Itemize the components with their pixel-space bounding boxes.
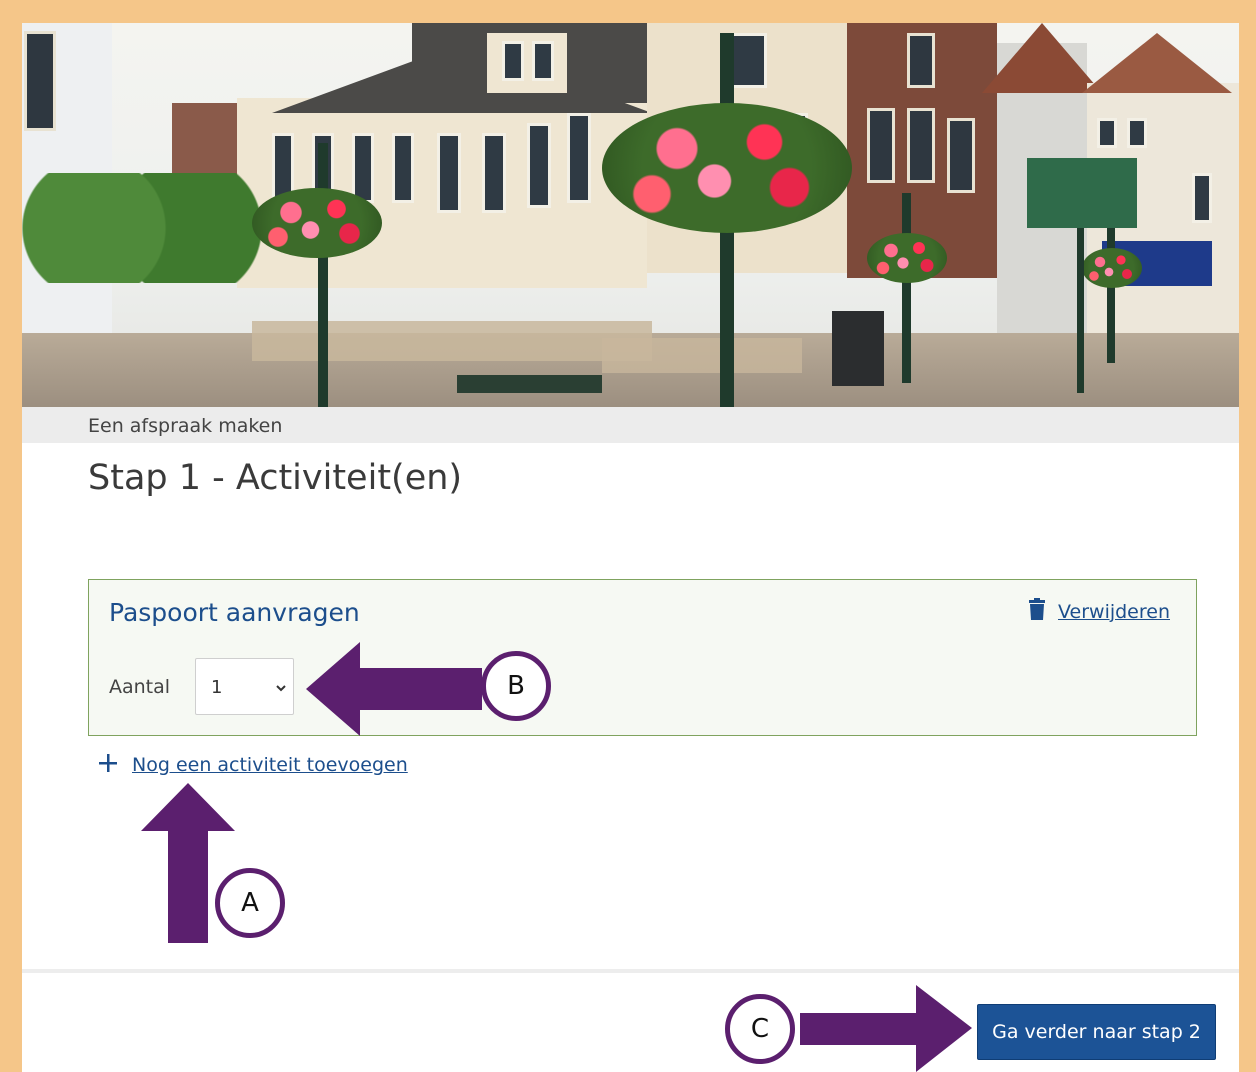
activity-card: Paspoort aanvragen Verwijderen Aantal 1 — [88, 579, 1197, 736]
page-title: Stap 1 - Activiteit(en) — [88, 458, 463, 498]
chevron-down-icon — [275, 679, 287, 698]
hero-image — [22, 23, 1239, 407]
breadcrumb: Een afspraak maken — [88, 415, 283, 437]
trash-icon — [1028, 598, 1046, 625]
breadcrumb-bar: Een afspraak maken — [22, 407, 1239, 443]
add-activity-label: Nog een activiteit toevoegen — [132, 754, 408, 776]
annotation-arrow-c — [800, 985, 972, 1072]
remove-activity-label: Verwijderen — [1058, 600, 1170, 623]
add-activity-link[interactable]: Nog een activiteit toevoegen — [98, 753, 408, 777]
amount-select[interactable]: 1 — [195, 658, 294, 715]
plus-icon — [98, 753, 118, 777]
annotation-marker-b: B — [481, 651, 551, 721]
amount-label: Aantal — [109, 676, 171, 698]
activity-title: Paspoort aanvragen — [109, 598, 360, 627]
footer-divider — [22, 969, 1239, 973]
annotation-arrow-b — [306, 642, 482, 736]
annotation-marker-c: C — [725, 994, 795, 1064]
remove-activity-link[interactable]: Verwijderen — [1028, 598, 1170, 625]
amount-value: 1 — [211, 677, 223, 698]
annotation-marker-a: A — [215, 868, 285, 938]
next-step-button[interactable]: Ga verder naar stap 2 — [977, 1004, 1216, 1060]
